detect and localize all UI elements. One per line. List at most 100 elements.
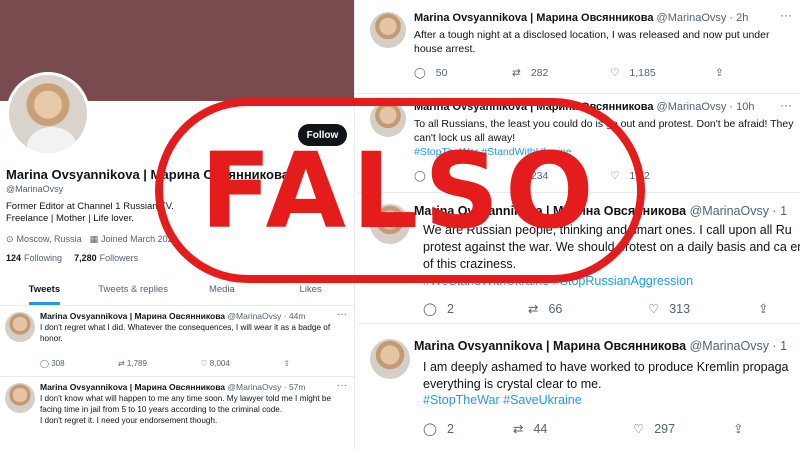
tweet-header: Marina Ovsyannikova | Марина Овсянникова… — [414, 12, 748, 24]
reply-button[interactable]: ◯ 2 — [423, 301, 528, 317]
tweet-actions: ◯ 50 ⇄ 282 ♡ 1,185 ⇪ — [414, 67, 724, 79]
retweet-button[interactable]: ⇄ 66 — [528, 301, 648, 317]
tweet-author: Marina Ovsyannikova | Марина Овсянникова — [40, 382, 226, 392]
tweet-avatar[interactable] — [370, 12, 406, 48]
tweet-text: I am deeply ashamed to have worked to pr… — [423, 360, 789, 391]
tweet-text-part-2: I don't regret it. I need your endorseme… — [40, 416, 218, 425]
tweet-text-part-1: I don't know what will happen to me any … — [40, 394, 331, 414]
reply-icon: ◯ — [40, 359, 52, 368]
follow-stats: 124 Following 7,280 Followers — [6, 253, 138, 263]
tweet-meta: @MarinaOvsy · 57m — [227, 382, 306, 392]
tweet-header: Marina Ovsyannikova | Марина Овсянникова… — [40, 311, 305, 321]
tweet-author: Marina Ovsyannikova | Марина Овсянникова — [414, 12, 654, 24]
reply-button[interactable]: ◯ 308 — [40, 359, 65, 368]
tweet[interactable]: Marina Ovsyannikova | Марина Овсянникова… — [0, 307, 354, 377]
tweet-author: Marina Ovsyannikova | Марина Овсянникова — [414, 339, 687, 353]
more-icon[interactable]: ··· — [780, 98, 792, 112]
location-item: ⊙ Moscow, Russia — [6, 234, 82, 245]
share-icon: ⇪ — [283, 359, 290, 368]
like-count: 8,004 — [209, 359, 230, 368]
retweet-count: 44 — [533, 421, 548, 436]
heart-icon: ♡ — [200, 359, 210, 368]
share-button[interactable]: ⇪ — [715, 67, 724, 79]
heart-icon: ♡ — [633, 422, 645, 436]
share-icon: ⇪ — [733, 422, 744, 436]
tweet-author: Marina Ovsyannikova | Марина Овсянникова — [40, 311, 226, 321]
like-button[interactable]: ♡ 8,004 — [200, 359, 229, 368]
profile-meta: ⊙ Moscow, Russia ▦ Joined March 2022 — [6, 234, 178, 245]
tweet-text: I don't know what will happen to me any … — [40, 393, 340, 426]
retweet-icon: ⇄ — [117, 359, 127, 368]
retweet-button[interactable]: ⇄ 44 — [513, 421, 633, 437]
tab-tweets[interactable]: Tweets — [0, 276, 89, 305]
profile-avatar[interactable] — [6, 72, 90, 156]
retweet-icon: ⇄ — [528, 302, 539, 316]
like-count: 313 — [669, 301, 691, 316]
following-link[interactable]: 124 Following — [6, 253, 62, 263]
tweet-hashtags[interactable]: #StopTheWar #SaveUkraine — [423, 393, 582, 407]
tweet-meta: @MarinaOvsy · 2h — [656, 12, 749, 24]
retweet-count: 66 — [548, 301, 563, 316]
tweet-avatar[interactable] — [370, 339, 410, 379]
tab-label: Tweets — [28, 278, 61, 305]
more-icon[interactable]: ··· — [337, 380, 347, 391]
heart-icon: ♡ — [648, 302, 660, 316]
following-label: Following — [24, 253, 63, 263]
tweet[interactable]: Marina Ovsyannikova | Марина Овсянникова… — [357, 325, 800, 450]
location-pin-icon: ⊙ — [6, 234, 14, 244]
tweet-actions: ◯ 308 ⇄ 1,789 ♡ 8,004 ⇪ — [40, 359, 290, 368]
retweet-icon: ⇄ — [513, 422, 524, 436]
followers-link[interactable]: 7,280 Followers — [74, 253, 138, 263]
retweet-count: 282 — [530, 67, 549, 79]
joined-item: ▦ Joined March 2022 — [90, 234, 178, 245]
falso-stamp: FALSO — [155, 98, 645, 283]
share-button[interactable]: ⇪ — [758, 301, 768, 316]
tweet-meta: @MarinaOvsy · 10h — [656, 101, 755, 113]
reply-button[interactable]: ◯ 50 — [414, 67, 512, 79]
profile-handle: @MarinaOvsy — [6, 184, 64, 194]
tab-tweets-replies[interactable]: Tweets & replies — [89, 276, 178, 305]
reply-icon: ◯ — [423, 302, 437, 316]
location-text: Moscow, Russia — [16, 234, 82, 244]
like-button[interactable]: ♡ 313 — [648, 301, 758, 317]
tweet-actions: ◯ 2 ⇄ 66 ♡ 313 ⇪ — [423, 301, 768, 317]
tweet-actions: ◯ 2 ⇄ 44 ♡ 297 ⇪ — [423, 421, 743, 437]
share-button[interactable]: ⇪ — [283, 359, 290, 368]
heart-icon: ♡ — [610, 67, 620, 79]
like-button[interactable]: ♡ 297 — [633, 421, 733, 437]
tweet-meta: @MarinaOvsy · 1 — [689, 339, 788, 353]
tweet-text: After a tough night at a disclosed locat… — [414, 29, 770, 55]
like-button[interactable]: ♡ 1,185 — [610, 67, 715, 79]
retweet-count: 1,789 — [126, 359, 147, 368]
reply-icon: ◯ — [414, 67, 426, 79]
more-icon[interactable]: ··· — [337, 309, 347, 320]
share-button[interactable]: ⇪ — [733, 421, 743, 436]
tweet[interactable]: Marina Ovsyannikova | Марина Овсянникова… — [357, 0, 800, 94]
reply-icon: ◯ — [423, 422, 437, 436]
tweet-meta: @MarinaOvsy · 1 — [689, 204, 788, 218]
more-icon[interactable]: ··· — [780, 8, 792, 22]
reply-count: 50 — [435, 67, 448, 79]
tweet-avatar[interactable] — [5, 312, 35, 342]
tweet-header: Marina Ovsyannikova | Марина Овсянникова… — [40, 382, 305, 392]
tweet-text: I don't regret what I did. Whatever the … — [40, 323, 331, 343]
like-count: 297 — [654, 421, 676, 436]
retweet-button[interactable]: ⇄ 282 — [512, 67, 610, 79]
share-icon: ⇪ — [758, 302, 769, 316]
retweet-icon: ⇄ — [512, 67, 521, 79]
followers-count: 7,280 — [74, 253, 97, 263]
calendar-icon: ▦ — [89, 234, 99, 244]
retweet-button[interactable]: ⇄ 1,789 — [118, 359, 147, 368]
reply-count: 2 — [447, 301, 454, 316]
tweet-header: Marina Ovsyannikova | Марина Овсянникова… — [414, 339, 787, 353]
followers-label: Followers — [99, 253, 139, 263]
following-count: 124 — [6, 253, 22, 263]
reply-count: 2 — [447, 421, 454, 436]
share-icon: ⇪ — [715, 67, 724, 79]
tweet-meta: @MarinaOvsy · 44m — [227, 311, 306, 321]
tweet-avatar[interactable] — [5, 383, 35, 413]
reply-count: 308 — [51, 359, 65, 368]
stamp-text: FALSO — [200, 129, 600, 252]
tweet[interactable]: Marina Ovsyannikova | Марина Овсянникова… — [0, 378, 354, 450]
reply-button[interactable]: ◯ 2 — [423, 421, 513, 437]
